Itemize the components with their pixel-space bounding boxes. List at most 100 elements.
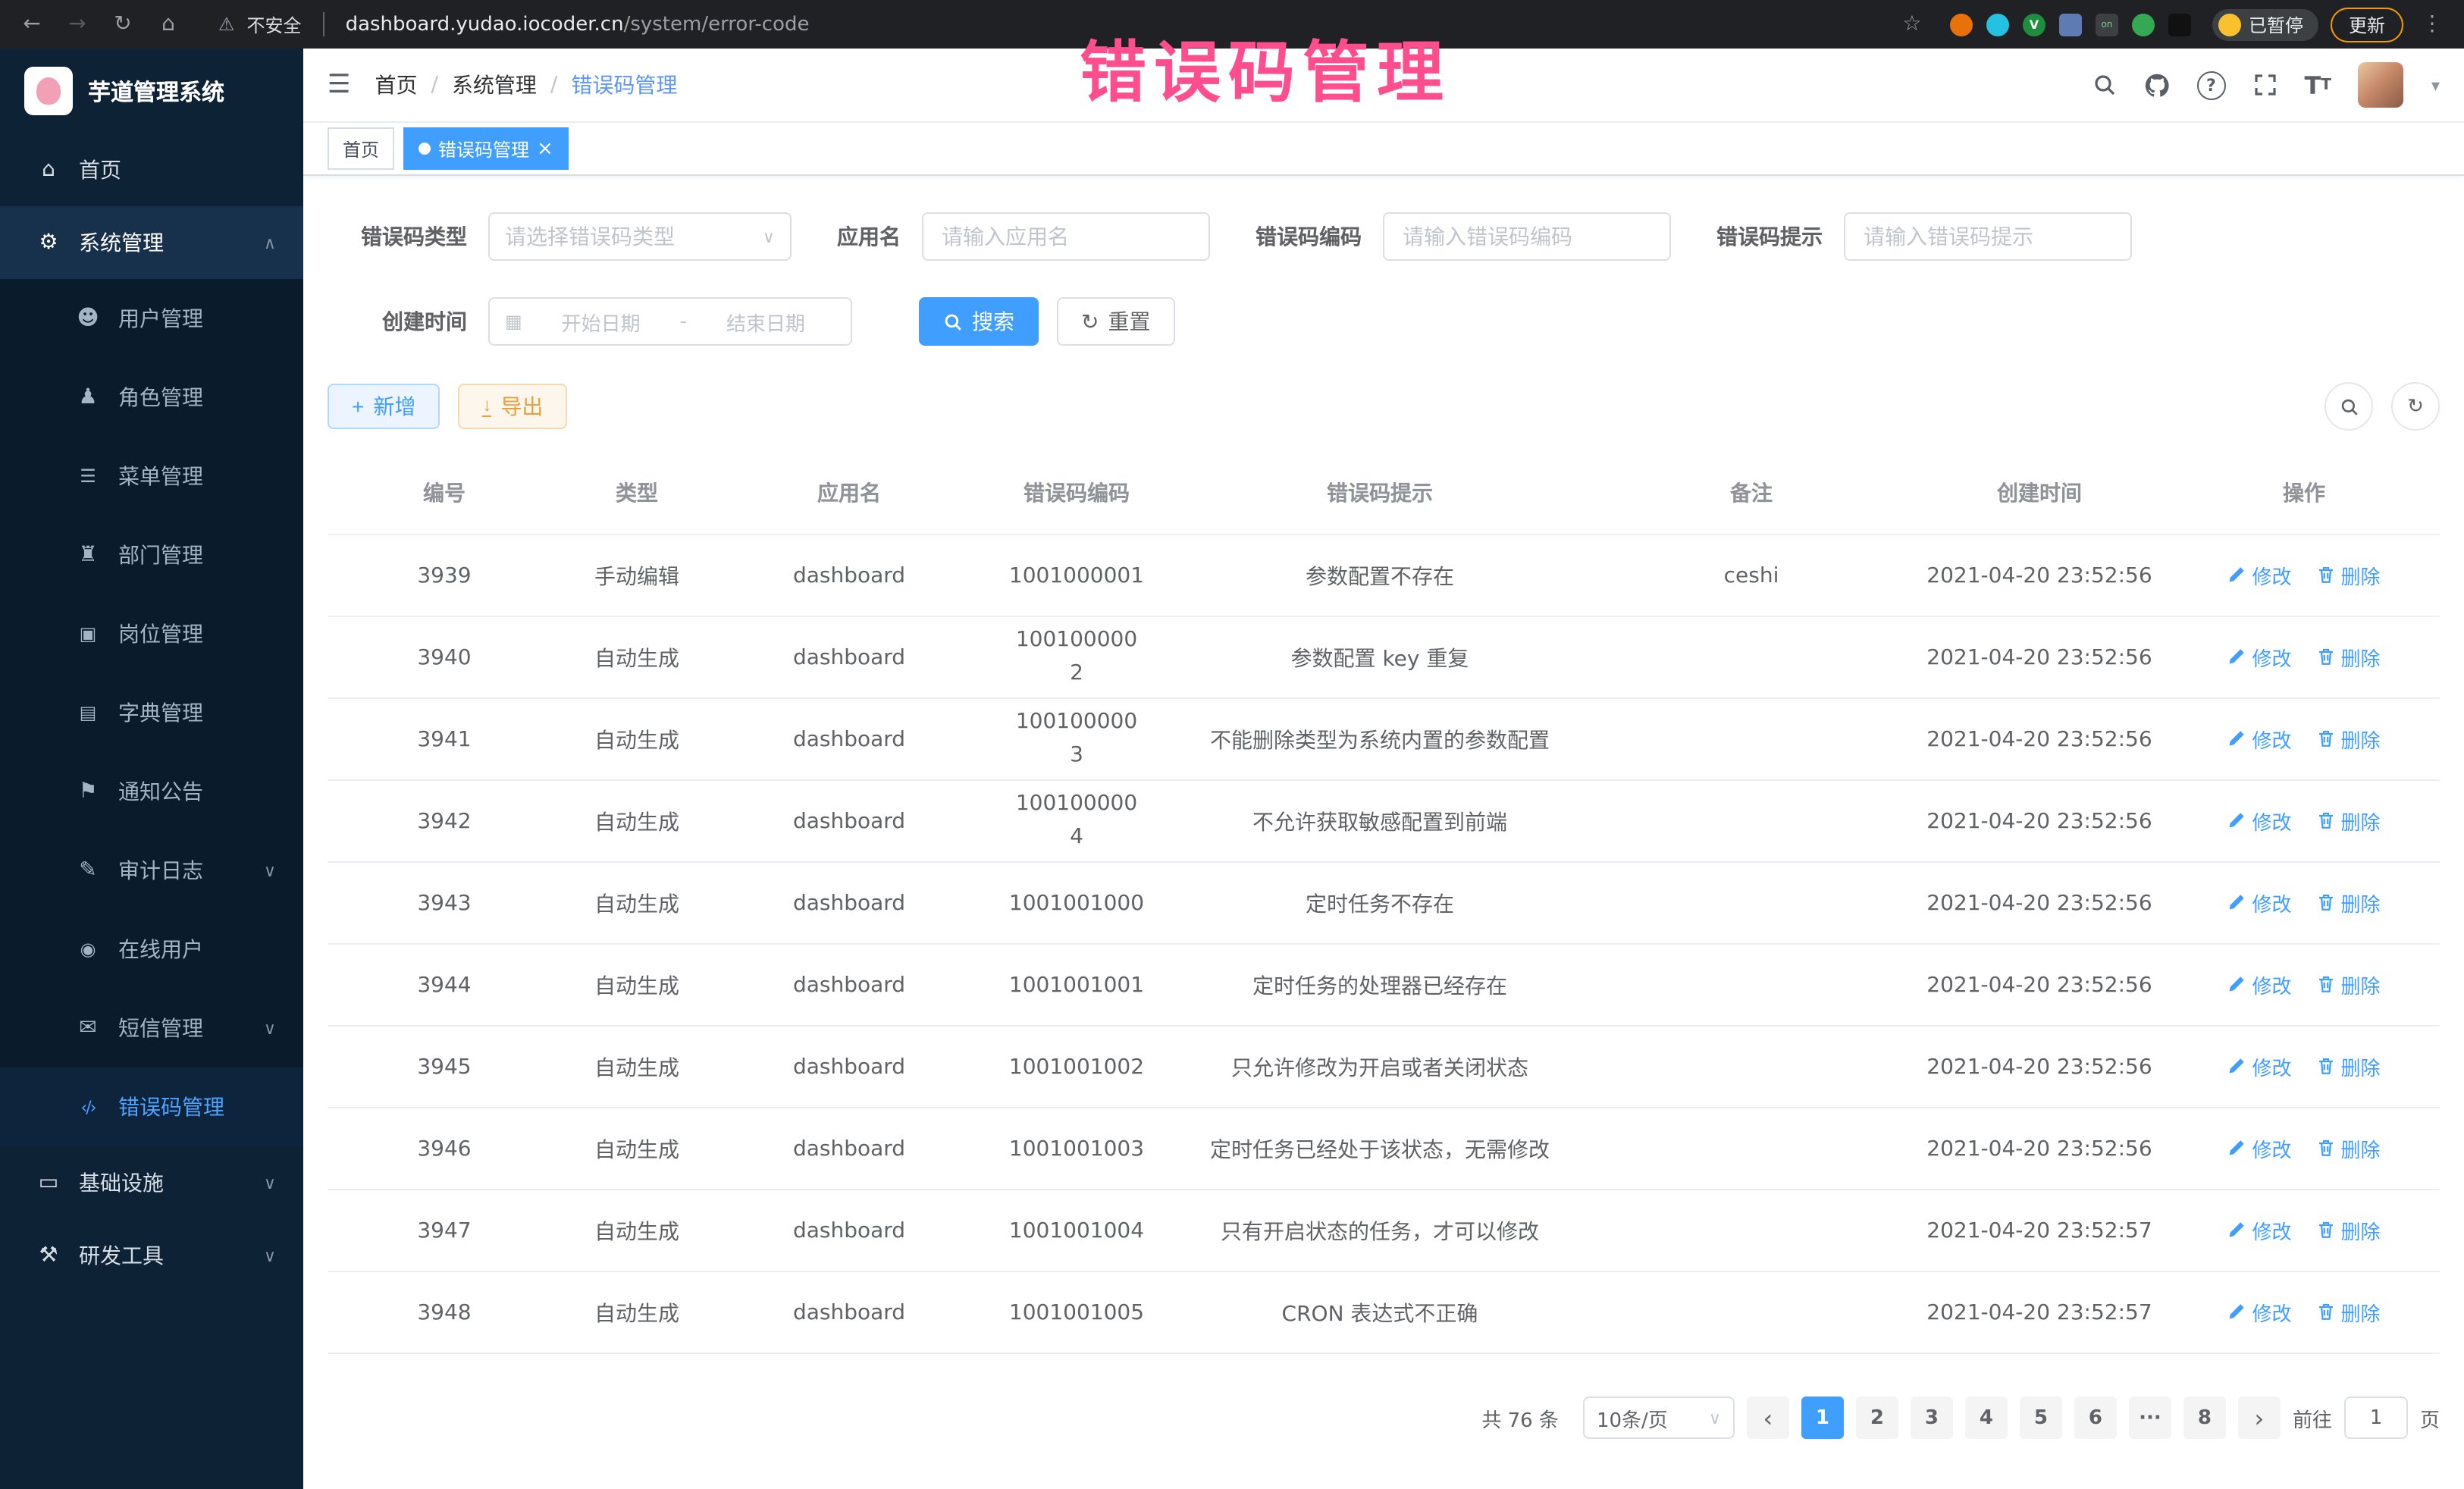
tab-home[interactable]: 首页 bbox=[328, 127, 394, 170]
extension-icon[interactable]: on bbox=[2096, 13, 2118, 36]
submenu-item-label: 审计日志 bbox=[118, 855, 203, 886]
page-size-value: 10条/页 bbox=[1597, 1403, 1668, 1432]
bookmark-star-icon[interactable]: ☆ bbox=[1895, 12, 1929, 36]
fullscreen-icon[interactable] bbox=[2252, 73, 2277, 97]
page-number-button[interactable]: 5 bbox=[2020, 1397, 2062, 1439]
code-value: 1001001004 bbox=[1009, 1218, 1144, 1243]
edit-link[interactable]: 修改 bbox=[2228, 1298, 2292, 1327]
search-button[interactable]: 搜索 bbox=[919, 297, 1039, 346]
delete-link-label: 删除 bbox=[2340, 1134, 2380, 1163]
sidebar-submenu-item[interactable]: 错误码管理 bbox=[0, 1067, 303, 1146]
cell-id: 3944 bbox=[328, 944, 561, 1026]
sidebar-group-system[interactable]: 系统管理 bbox=[0, 206, 303, 279]
browser-menu-dots-icon[interactable]: ⋮ bbox=[2415, 12, 2449, 36]
delete-link[interactable]: 删除 bbox=[2316, 1134, 2380, 1163]
delete-link[interactable]: 删除 bbox=[2316, 970, 2380, 999]
cell-hint: 只有开启状态的任务，才可以修改 bbox=[1168, 1190, 1592, 1271]
error-code-input[interactable] bbox=[1383, 212, 1671, 261]
security-label[interactable]: 不安全 bbox=[247, 11, 302, 37]
close-icon[interactable] bbox=[537, 138, 553, 159]
edit-link[interactable]: 修改 bbox=[2228, 643, 2292, 672]
help-icon[interactable]: ? bbox=[2196, 71, 2225, 99]
goto-page-input[interactable] bbox=[2344, 1397, 2408, 1439]
sidebar-submenu-item[interactable]: 短信管理 bbox=[0, 989, 303, 1067]
page-number-button[interactable]: 2 bbox=[1856, 1397, 1898, 1439]
toggle-search-button[interactable] bbox=[2324, 382, 2373, 431]
page-number-button[interactable]: ··· bbox=[2129, 1397, 2171, 1439]
sidebar-submenu-item[interactable]: 用户管理 bbox=[0, 279, 303, 358]
delete-link[interactable]: 删除 bbox=[2316, 807, 2380, 835]
cell-app: dashboard bbox=[713, 1108, 986, 1190]
page-number-button[interactable]: 6 bbox=[2074, 1397, 2117, 1439]
app-name-input[interactable] bbox=[922, 212, 1210, 261]
delete-link[interactable]: 删除 bbox=[2316, 561, 2380, 590]
update-button[interactable]: 更新 bbox=[2331, 7, 2403, 42]
edit-link[interactable]: 修改 bbox=[2228, 561, 2292, 590]
breadcrumb-item[interactable]: 首页 bbox=[375, 70, 418, 100]
delete-link[interactable]: 删除 bbox=[2316, 725, 2380, 754]
reload-icon[interactable]: ↻ bbox=[106, 12, 140, 36]
edit-link[interactable]: 修改 bbox=[2228, 1052, 2292, 1081]
edit-link[interactable]: 修改 bbox=[2228, 970, 2292, 999]
sidebar-submenu-item[interactable]: 字典管理 bbox=[0, 673, 303, 752]
extension-icon[interactable] bbox=[2168, 13, 2191, 36]
delete-link[interactable]: 删除 bbox=[2316, 889, 2380, 917]
filter-label-date: 创建时间 bbox=[328, 306, 467, 337]
page-number-button[interactable]: 8 bbox=[2183, 1397, 2226, 1439]
address-bar[interactable]: dashboard.yudao.iocoder.cn/system/error-… bbox=[346, 13, 1883, 36]
add-button[interactable]: + 新增 bbox=[328, 384, 440, 429]
edit-link[interactable]: 修改 bbox=[2228, 889, 2292, 917]
error-hint-input[interactable] bbox=[1844, 212, 2132, 261]
page-number-button[interactable]: 1 bbox=[1801, 1397, 1844, 1439]
sidebar-group-devtools[interactable]: 研发工具 bbox=[0, 1219, 303, 1292]
reset-button[interactable]: ↻ 重置 bbox=[1057, 297, 1174, 346]
delete-link[interactable]: 删除 bbox=[2316, 1216, 2380, 1245]
extension-icon[interactable]: V bbox=[2023, 13, 2045, 36]
sidebar-item-home[interactable]: 首页 bbox=[0, 133, 303, 206]
prev-page-button[interactable]: ‹ bbox=[1747, 1397, 1789, 1439]
export-button[interactable]: ↓ 导出 bbox=[458, 384, 567, 429]
cell-app: dashboard bbox=[713, 1190, 986, 1271]
profile-chip[interactable]: 已暂停 bbox=[2212, 8, 2318, 40]
sidebar-toggle-icon[interactable]: ☰ bbox=[328, 70, 351, 100]
avatar-caret-icon[interactable]: ▾ bbox=[2431, 75, 2440, 95]
edit-link[interactable]: 修改 bbox=[2228, 1216, 2292, 1245]
sidebar-submenu-item[interactable]: 通知公告 bbox=[0, 752, 303, 831]
edit-link-label: 修改 bbox=[2252, 561, 2292, 590]
delete-link[interactable]: 删除 bbox=[2316, 1052, 2380, 1081]
cell-actions: 修改 删除 bbox=[2168, 1026, 2440, 1108]
extension-icon[interactable] bbox=[1986, 13, 2009, 36]
avatar[interactable] bbox=[2359, 62, 2404, 108]
page-size-select[interactable]: 10条/页 bbox=[1583, 1397, 1735, 1439]
edit-link[interactable]: 修改 bbox=[2228, 725, 2292, 754]
extension-icon[interactable] bbox=[2059, 13, 2082, 36]
home-icon[interactable]: ⌂ bbox=[152, 12, 185, 36]
delete-link[interactable]: 删除 bbox=[2316, 643, 2380, 672]
font-size-icon[interactable]: TT bbox=[2304, 71, 2331, 99]
chevron-down-icon bbox=[264, 1018, 276, 1038]
page-number-button[interactable]: 3 bbox=[1911, 1397, 1953, 1439]
search-icon[interactable] bbox=[2092, 73, 2116, 97]
page-number-button[interactable]: 4 bbox=[1965, 1397, 2008, 1439]
next-page-button[interactable]: › bbox=[2238, 1397, 2281, 1439]
sidebar-submenu-item[interactable]: 部门管理 bbox=[0, 516, 303, 594]
sidebar-submenu-item[interactable]: 角色管理 bbox=[0, 358, 303, 437]
sidebar-submenu-item[interactable]: 岗位管理 bbox=[0, 594, 303, 673]
refresh-table-button[interactable]: ↻ bbox=[2391, 382, 2440, 431]
delete-link[interactable]: 删除 bbox=[2316, 1298, 2380, 1327]
edit-link[interactable]: 修改 bbox=[2228, 1134, 2292, 1163]
extension-icon[interactable] bbox=[1950, 13, 1973, 36]
sidebar-submenu-item[interactable]: 审计日志 bbox=[0, 831, 303, 910]
github-icon[interactable] bbox=[2143, 72, 2169, 98]
sidebar-submenu-item[interactable]: 在线用户 bbox=[0, 910, 303, 989]
back-icon[interactable]: ← bbox=[15, 12, 49, 36]
create-time-range-picker[interactable]: ▦ 开始日期 - 结束日期 bbox=[488, 297, 852, 346]
tab-error-code[interactable]: 错误码管理 bbox=[403, 127, 569, 170]
edit-link[interactable]: 修改 bbox=[2228, 807, 2292, 835]
error-type-select[interactable]: 请选择错误码类型 bbox=[488, 212, 792, 261]
sidebar-submenu-item[interactable]: 菜单管理 bbox=[0, 437, 303, 516]
sidebar-group-infra[interactable]: 基础设施 bbox=[0, 1146, 303, 1219]
forward-icon[interactable]: → bbox=[61, 12, 94, 36]
extension-icon[interactable] bbox=[2132, 13, 2155, 36]
breadcrumb-item[interactable]: 系统管理 bbox=[452, 70, 537, 100]
